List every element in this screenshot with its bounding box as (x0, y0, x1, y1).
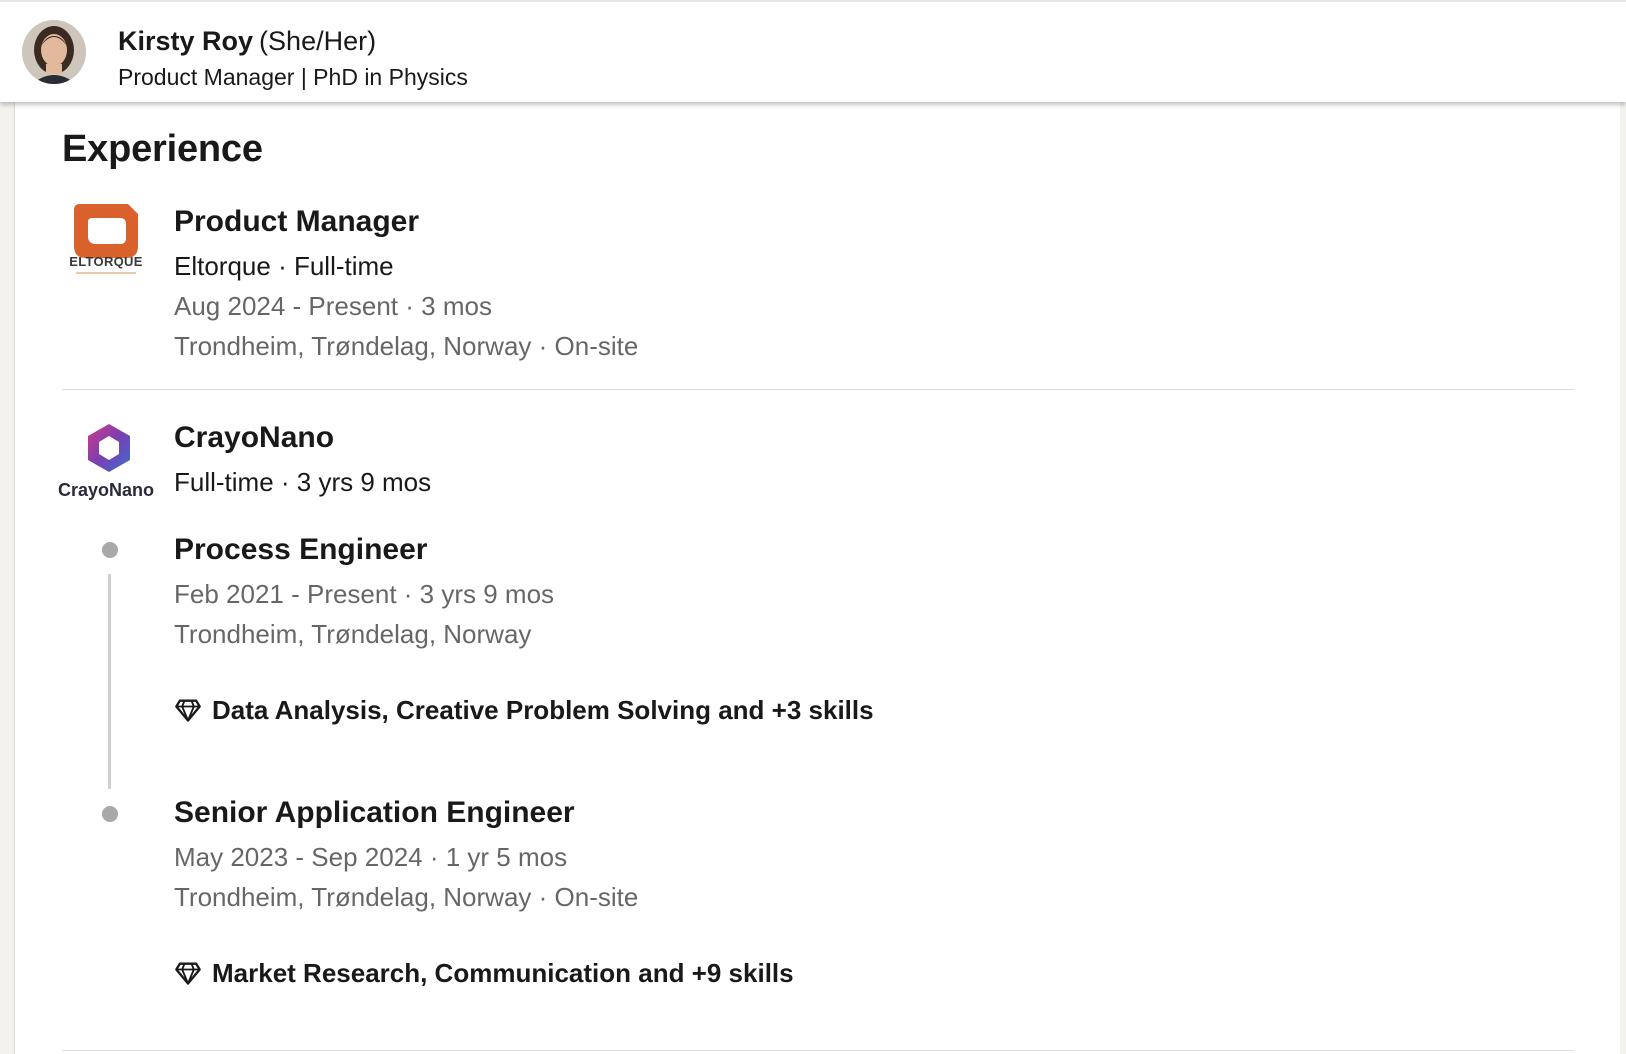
experience-company-line: Eltorque · Full-time (174, 251, 394, 281)
role-location: Trondheim, Trøndelag, Norway (174, 619, 532, 649)
page-background-right (1620, 0, 1626, 1054)
company-name[interactable]: CrayoNano (174, 420, 334, 456)
profile-headline: Product Manager | PhD in Physics (118, 64, 468, 90)
experience-divider (62, 389, 1574, 390)
avatar[interactable] (22, 20, 86, 84)
role-skills[interactable]: Data Analysis, Creative Problem Solving … (174, 694, 874, 726)
diamond-icon (175, 699, 201, 722)
crayonano-logo-icon (88, 424, 130, 472)
timeline-dot (102, 806, 118, 822)
eltorque-logo-icon (74, 204, 138, 258)
role-title[interactable]: Senior Application Engineer (174, 795, 575, 831)
avatar-photo (22, 20, 86, 84)
role-location: Trondheim, Trøndelag, Norway · On-site (174, 882, 639, 912)
role-skills[interactable]: Market Research, Communication and +9 sk… (174, 957, 794, 989)
skills-text: Data Analysis, Creative Problem Solving … (212, 695, 874, 725)
skills-text: Market Research, Communication and +9 sk… (212, 958, 794, 988)
experience-dates: Aug 2024 - Present · 3 mos (174, 291, 492, 321)
diamond-icon (175, 962, 201, 985)
experience-title[interactable]: Product Manager (174, 204, 419, 240)
profile-pronouns: (She/Her) (259, 26, 377, 56)
experience-location: Trondheim, Trøndelag, Norway · On-site (174, 331, 639, 361)
sticky-profile-header: Kirsty Roy (She/Her) Product Manager | Ph… (0, 0, 1626, 102)
profile-name-line: Kirsty Roy (She/Her) (118, 24, 376, 58)
crayonano-logo[interactable]: CrayoNano (56, 418, 156, 518)
role-title[interactable]: Process Engineer (174, 532, 427, 568)
page-background-left (0, 0, 14, 1054)
eltorque-logo-tagline-mark (76, 272, 136, 274)
timeline-line (108, 574, 111, 789)
company-summary: Full-time · 3 yrs 9 mos (174, 467, 432, 497)
role-dates: May 2023 - Sep 2024 · 1 yr 5 mos (174, 842, 568, 872)
section-title: Experience (62, 128, 263, 170)
crayonano-logo-text: CrayoNano (57, 480, 155, 500)
experience-divider (62, 1050, 1574, 1051)
eltorque-logo-text: ELTORQUE (69, 254, 143, 269)
role-dates: Feb 2021 - Present · 3 yrs 9 mos (174, 579, 555, 609)
timeline-dot (102, 542, 118, 558)
eltorque-logo[interactable]: ELTORQUE (56, 194, 156, 294)
profile-name[interactable]: Kirsty Roy (118, 26, 253, 56)
